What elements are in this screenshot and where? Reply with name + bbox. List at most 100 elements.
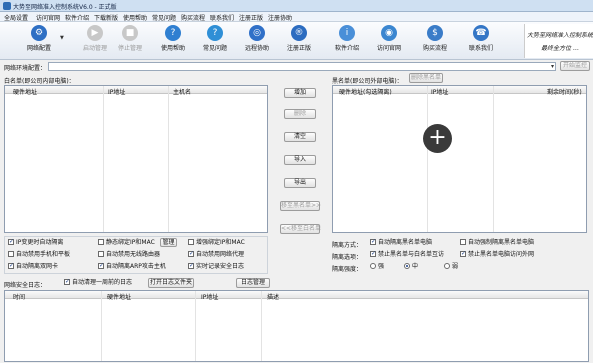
register-button[interactable]: ® 注册正版 [276, 25, 322, 58]
menu-register-help[interactable]: 注册协助 [268, 13, 292, 22]
column-mac: 硬件地址 [13, 89, 38, 96]
stop-management-button[interactable]: ■ 停止管理 [107, 25, 153, 58]
contact-icon: ☎ [473, 25, 489, 41]
app-icon [3, 2, 11, 10]
remote-icon: ◎ [249, 25, 265, 41]
gear-icon: ⚙ [31, 25, 47, 41]
clear-button[interactable]: 清空 [284, 132, 316, 142]
title-bar: 大势至网络准入控制系统V6.0 - 正式版 [0, 0, 593, 12]
column-mac-isolate: 硬件地址(勾选隔离) [339, 89, 392, 96]
block-internet-checkbox[interactable]: 禁止黑名单电脑访问外网 [460, 250, 534, 259]
disable-mobile-checkbox[interactable]: 自动禁用手机和平板 [8, 251, 70, 259]
menu-contact[interactable]: 联系我们 [210, 13, 234, 22]
isolate-dual-nic-checkbox[interactable]: 自动隔离双网卡 [8, 262, 58, 271]
add-circle-icon[interactable]: + [423, 124, 452, 153]
auto-clear-log-checkbox[interactable]: 自动清理一周前的日志 [64, 278, 132, 287]
help-button[interactable]: ? 使用帮助 [150, 25, 196, 58]
visit-site-button[interactable]: ◉ 访问官网 [366, 25, 412, 58]
column-divider [195, 291, 196, 361]
chevron-down-icon: ▾ [550, 63, 554, 70]
chevron-down-icon[interactable]: ▼ [60, 35, 64, 41]
column-divider [427, 86, 428, 232]
toolbar: ⚙ 网络配置 ▼ ▶ 启动管理 ■ 停止管理 ? 使用帮助 ? 常见问题 ◎ 远… [0, 22, 593, 60]
isolation-mode-label: 隔离方式： [332, 242, 363, 249]
column-ip: IP地址 [201, 294, 219, 301]
column-divider [261, 291, 262, 361]
security-log-table[interactable]: 时间 硬件地址 IP地址 描述 [4, 290, 589, 362]
security-log-checkbox[interactable]: 实时记录安全日志 [188, 262, 244, 271]
isolation-option-label: 隔离选项： [332, 254, 363, 261]
window-title: 大势至网络准入控制系统V6.0 - 正式版 [13, 4, 117, 11]
manage-binding-button[interactable]: 管理 [160, 238, 177, 247]
whitelist-title: 白名单(即公司内部电脑)： [4, 78, 75, 85]
network-config-row: 网络环境配置： ▾ 开始监控 [0, 61, 593, 72]
menu-register[interactable]: 注册正版 [239, 13, 263, 22]
globe-icon: ◉ [381, 25, 397, 41]
static-bind-checkbox[interactable]: 静态绑定IP和MAC [98, 239, 155, 247]
disable-router-checkbox[interactable]: 自动禁用无线路由器 [98, 251, 160, 259]
isolate-arp-checkbox[interactable]: 自动隔离ARP攻击主机 [98, 262, 166, 271]
help-icon: ? [165, 25, 181, 41]
network-config-label: 网络环境配置： [4, 65, 47, 72]
enhanced-bind-checkbox[interactable]: 增强绑定IP和MAC [188, 239, 245, 247]
network-config-button[interactable]: ⚙ 网络配置 [16, 25, 62, 58]
column-hostname: 主机名 [173, 89, 192, 96]
whitelist-header: 硬件地址 IP地址 主机名 [5, 86, 267, 96]
column-ip: IP地址 [108, 89, 126, 96]
menu-software-intro[interactable]: 软件介绍 [65, 13, 89, 22]
strength-weak-radio[interactable]: 弱 [444, 263, 458, 271]
log-header: 时间 硬件地址 IP地址 描述 [5, 291, 588, 301]
menu-global-settings[interactable]: 全局设置 [4, 13, 28, 22]
column-remaining-time: 剩余时间(秒) [547, 89, 582, 96]
question-icon: ? [207, 25, 223, 41]
blacklist-table[interactable]: 硬件地址(勾选隔离) IP地址 剩余时间(秒) [332, 85, 587, 233]
strength-strong-radio[interactable]: 强 [370, 263, 384, 271]
banner-line-1: 大势至网络准入控制系统 [527, 32, 593, 39]
auto-isolate-checkbox[interactable]: 自动隔离黑名单电脑 [370, 238, 432, 247]
software-intro-button[interactable]: i 软件介绍 [324, 25, 370, 58]
column-divider [493, 86, 494, 232]
log-label: 网络安全日志： [4, 282, 47, 289]
cart-icon: $ [427, 25, 443, 41]
menu-purchase[interactable]: 购买流程 [181, 13, 205, 22]
info-icon: i [339, 25, 355, 41]
delete-blacklist-button[interactable]: 删除黑名单 [409, 73, 443, 83]
column-ip: IP地址 [431, 89, 449, 96]
move-to-whitelist-button[interactable]: <<移至白名单 [280, 224, 321, 234]
blacklist-header: 硬件地址(勾选隔离) IP地址 剩余时间(秒) [333, 86, 586, 96]
menu-bar: 全局设置 访问官网 软件介绍 下载新版 使用帮助 常见问题 购买流程 联系我们 … [0, 12, 593, 22]
banner-line-2: 最终全方位 … [541, 45, 579, 52]
force-isolate-checkbox[interactable]: 自动强制隔离黑名单电脑 [460, 239, 534, 247]
remote-assist-button[interactable]: ◎ 远程协助 [234, 25, 280, 58]
contact-button[interactable]: ☎ 联系我们 [458, 25, 504, 58]
log-manage-button[interactable]: 日志管理 [236, 278, 270, 288]
stop-icon: ■ [122, 25, 138, 41]
start-monitor-button[interactable]: 开始监控 [560, 61, 590, 71]
ip-change-isolate-checkbox[interactable]: IP变更时自动隔离 [8, 238, 63, 247]
promo-banner: 大势至网络准入控制系统 最终全方位 … [524, 24, 593, 58]
block-mutual-access-checkbox[interactable]: 禁止黑名单与白名单互访 [370, 250, 444, 259]
menu-faq[interactable]: 常见问题 [152, 13, 176, 22]
menu-visit-site[interactable]: 访问官网 [36, 13, 60, 22]
column-divider [103, 86, 104, 232]
column-time: 时间 [13, 294, 26, 301]
column-divider [101, 291, 102, 361]
blacklist-title: 黑名单(即公司外部电脑)： [332, 78, 403, 85]
strength-medium-radio[interactable]: 中 [404, 263, 418, 271]
import-button[interactable]: 导入 [284, 155, 316, 165]
menu-help[interactable]: 使用帮助 [123, 13, 147, 22]
add-button[interactable]: 增加 [284, 88, 316, 98]
move-to-blacklist-button[interactable]: 移至黑名单>> [280, 201, 321, 211]
delete-button[interactable]: 删除 [284, 109, 316, 119]
network-config-select[interactable]: ▾ [48, 62, 556, 71]
open-log-folder-button[interactable]: 打开日志文件夹 [148, 278, 194, 288]
play-icon: ▶ [87, 25, 103, 41]
whitelist-table[interactable]: 硬件地址 IP地址 主机名 [4, 85, 268, 233]
menu-download[interactable]: 下载新版 [94, 13, 118, 22]
isolation-strength-label: 隔离强度： [332, 266, 363, 273]
export-button[interactable]: 导出 [284, 178, 316, 188]
disable-proxy-checkbox[interactable]: 自动禁用网络代理 [188, 250, 244, 259]
faq-button[interactable]: ? 常见问题 [192, 25, 238, 58]
purchase-button[interactable]: $ 购买流程 [412, 25, 458, 58]
column-divider [168, 86, 169, 232]
